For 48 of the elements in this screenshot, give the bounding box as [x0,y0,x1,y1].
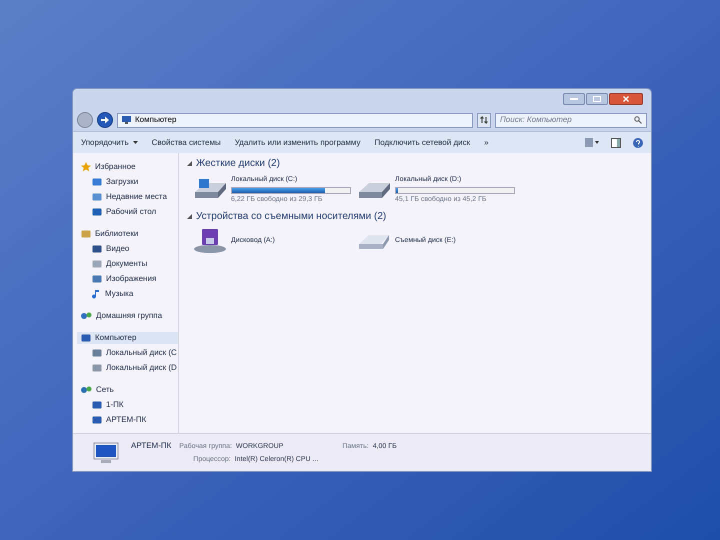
nav-item[interactable]: 1-ПК [85,399,178,411]
nav-item[interactable]: Документы [85,258,178,270]
network-icon [81,385,92,395]
nav-group[interactable]: Библиотеки [77,228,178,240]
star-icon [81,162,91,172]
refresh-icon [480,116,488,124]
nav-item[interactable]: Рабочий стол [85,206,178,218]
address-path: Компьютер [135,114,176,126]
nav-item[interactable]: Музыка [85,288,178,300]
view-options-icon[interactable] [585,138,599,147]
nav-item[interactable]: Видео [85,243,178,255]
caret-icon [132,141,138,144]
nav-item[interactable]: Загрузки [85,176,178,188]
computer-name: АРТЕМ-ПК [131,440,172,452]
preview-pane-icon[interactable] [611,138,621,148]
address-field[interactable]: Компьютер [117,112,473,128]
arrow-right-icon [101,116,109,124]
toolbar-button[interactable]: Упорядочить [81,136,138,148]
close-button[interactable] [609,93,643,105]
floppy-drive-icon [193,228,227,254]
toolbar-button[interactable]: » [484,136,489,148]
toolbar-button[interactable]: Подключить сетевой диск [374,136,470,148]
search-field[interactable]: Поиск: Компьютер [495,112,647,128]
music-note-icon [92,289,101,299]
section-title[interactable]: Устройства со съемными носителями (2) [196,209,386,224]
search-icon [634,116,642,124]
network-icon [81,311,92,321]
section-title[interactable]: Жесткие диски (2) [196,156,280,171]
toolbar-button[interactable]: Свойства системы [152,136,221,148]
collapse-icon[interactable] [187,214,192,219]
nav-group[interactable]: Домашняя группа [77,310,178,322]
nav-item[interactable]: Локальный диск (D [85,362,178,374]
minimize-button[interactable] [563,93,585,105]
nav-item[interactable]: АРТЕМ-ПК [85,414,178,426]
close-icon [623,96,629,102]
help-icon[interactable] [633,138,643,148]
search-input[interactable]: Поиск: Компьютер [500,114,630,126]
nav-item[interactable]: Изображения [85,273,178,285]
nav-item[interactable]: Локальный диск (C [85,347,178,359]
collapse-icon[interactable] [187,161,192,166]
nav-group[interactable]: Сеть [77,384,178,396]
refresh-button[interactable] [477,112,491,128]
forward-button[interactable] [97,112,113,128]
nav-item[interactable]: Недавние места [85,191,178,203]
maximize-button[interactable] [586,93,608,105]
nav-group[interactable]: Компьютер [77,332,178,344]
nav-group[interactable]: Избранное [77,161,178,173]
toolbar-button[interactable]: Удалить или изменить программу [234,136,360,148]
